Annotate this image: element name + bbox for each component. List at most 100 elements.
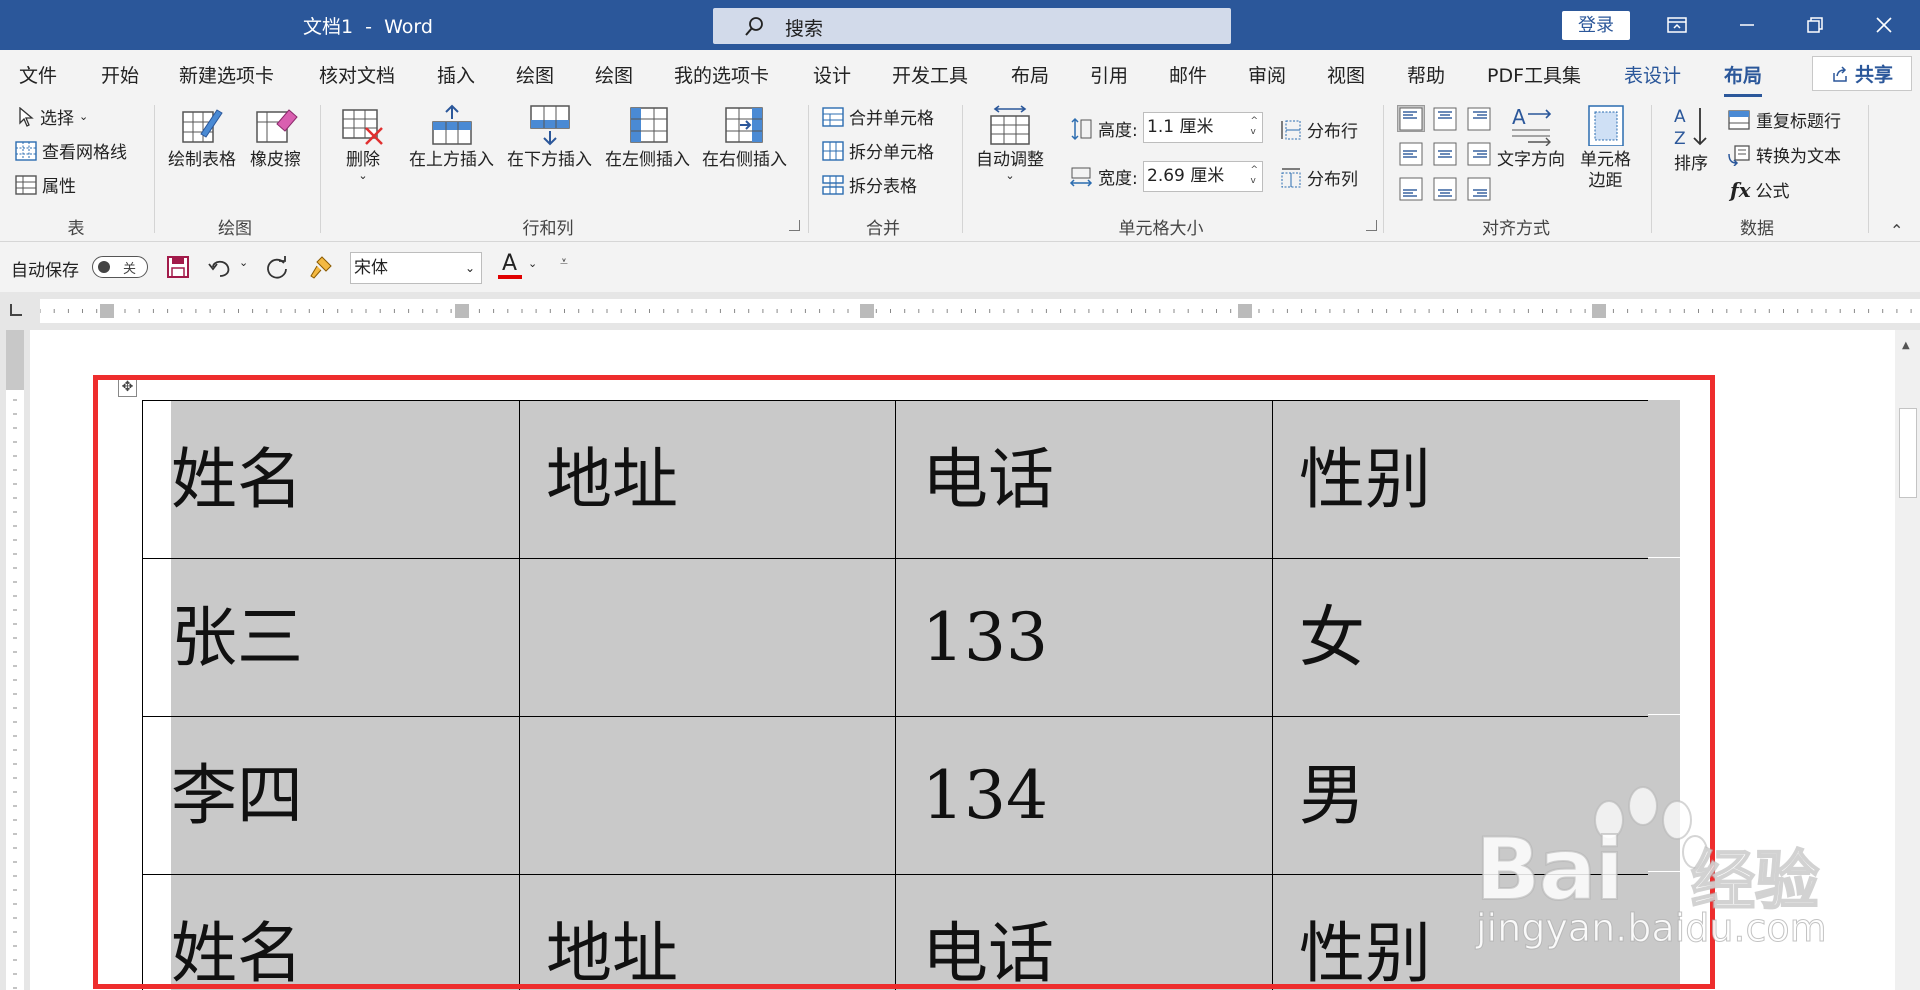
save-icon[interactable]: [166, 255, 190, 279]
tab-design[interactable]: 设计: [813, 61, 851, 88]
table-cell[interactable]: 134: [895, 716, 1273, 875]
tab-insert[interactable]: 插入: [437, 61, 475, 88]
chevron-down-icon[interactable]: ⌄: [239, 256, 248, 269]
select-button[interactable]: 选择 ⌄: [17, 104, 88, 129]
text-direction-button[interactable]: A 文字方向: [1497, 104, 1565, 171]
col-width-input[interactable]: 2.69 厘米 ^ v: [1143, 161, 1263, 192]
font-name-select[interactable]: 宋体 ⌄: [350, 252, 482, 284]
tab-mailings[interactable]: 邮件: [1169, 61, 1207, 88]
login-button[interactable]: 登录: [1562, 11, 1630, 40]
align-cell-icon[interactable]: [1431, 175, 1459, 202]
tab-selector-icon[interactable]: [10, 304, 22, 316]
table-cell[interactable]: 地址: [519, 874, 896, 990]
row-height-input[interactable]: 1.1 厘米 ^ v: [1143, 112, 1263, 143]
align-cell-icon[interactable]: [1465, 105, 1493, 132]
tab-home[interactable]: 开始: [101, 61, 139, 88]
tab-developer[interactable]: 开发工具: [892, 61, 968, 88]
table-cell[interactable]: 女: [1272, 558, 1649, 717]
table-cell[interactable]: 133: [895, 558, 1273, 717]
rows-cols-dialog-launcher-icon[interactable]: [789, 220, 800, 231]
table-cell[interactable]: 李四: [142, 716, 520, 875]
distribute-rows-button[interactable]: 分布行: [1280, 117, 1358, 142]
convert-to-text-button[interactable]: 转换为文本: [1727, 142, 1841, 167]
tab-file[interactable]: 文件: [19, 61, 57, 88]
properties-button[interactable]: 属性: [15, 172, 76, 197]
customize-qat-icon[interactable]: ⩡: [560, 254, 568, 270]
tab-draw-2[interactable]: 绘图: [595, 61, 633, 88]
tab-references[interactable]: 引用: [1090, 61, 1128, 88]
split-cells-button[interactable]: 拆分单元格: [822, 138, 934, 163]
spinner-arrows-icon[interactable]: ^ v: [1250, 116, 1258, 138]
spinner-arrows-icon[interactable]: ^ v: [1250, 165, 1258, 187]
tab-layout[interactable]: 布局: [1011, 61, 1049, 88]
table-cell[interactable]: 地址: [519, 400, 896, 559]
delete-button[interactable]: 删除 ⌄: [340, 104, 386, 181]
search-box[interactable]: 搜索: [713, 8, 1231, 44]
cell-margins-button[interactable]: 单元格 边距: [1580, 104, 1631, 192]
collapse-ribbon-icon[interactable]: ⌃: [1890, 221, 1903, 240]
align-cell-icon[interactable]: [1397, 105, 1425, 132]
table-cell[interactable]: 电话: [895, 400, 1273, 559]
table-cell[interactable]: 电话: [895, 874, 1273, 990]
tab-help[interactable]: 帮助: [1407, 61, 1445, 88]
align-cell-icon[interactable]: [1431, 105, 1459, 132]
close-icon[interactable]: [1852, 0, 1916, 50]
minimize-icon[interactable]: [1715, 0, 1779, 50]
repeat-header-rows-button[interactable]: 重复标题行: [1727, 107, 1841, 132]
undo-icon[interactable]: [207, 255, 233, 279]
format-painter-icon[interactable]: [308, 254, 334, 280]
autofit-button[interactable]: 自动调整 ⌄: [976, 104, 1044, 181]
table-move-handle-icon[interactable]: ✥: [118, 378, 137, 397]
view-gridlines-button[interactable]: 查看网格线: [15, 138, 127, 163]
svg-text:A: A: [1674, 107, 1686, 127]
font-color-button[interactable]: A ⌄: [498, 251, 540, 283]
scrollbar-thumb[interactable]: [1899, 408, 1917, 498]
vertical-scrollbar[interactable]: ▲: [1895, 330, 1920, 990]
tab-draw[interactable]: 绘图: [516, 61, 554, 88]
draw-table-button[interactable]: 绘制表格: [168, 104, 236, 171]
scroll-up-icon[interactable]: ▲: [1902, 340, 1910, 351]
merge-cells-button[interactable]: 合并单元格: [822, 104, 934, 129]
split-table-button[interactable]: 拆分表格: [822, 172, 917, 197]
share-button[interactable]: 共享: [1812, 56, 1912, 91]
align-cell-icon[interactable]: [1397, 140, 1425, 167]
align-cell-icon[interactable]: [1465, 140, 1493, 167]
restore-icon[interactable]: [1783, 0, 1847, 50]
horizontal-ruler[interactable]: [40, 299, 1920, 323]
table-cell[interactable]: 张三: [142, 558, 520, 717]
distribute-cols-button[interactable]: 分布列: [1280, 165, 1358, 190]
tab-table-design[interactable]: 表设计: [1624, 61, 1681, 88]
redo-icon[interactable]: [264, 255, 290, 281]
table-cell[interactable]: 性别: [1272, 400, 1649, 559]
chevron-down-icon: ⌄: [464, 261, 475, 275]
group-label-cell-size: 单元格大小: [1118, 219, 1204, 239]
vertical-ruler[interactable]: [0, 330, 30, 990]
table-cell[interactable]: 姓名: [142, 400, 520, 559]
share-icon: [1833, 65, 1847, 82]
cell-size-dialog-launcher-icon[interactable]: [1366, 220, 1377, 231]
align-cell-icon[interactable]: [1431, 140, 1459, 167]
formula-button[interactable]: fx 公式: [1730, 177, 1790, 203]
ribbon-display-options-icon[interactable]: [1645, 0, 1709, 50]
table-cell[interactable]: 姓名: [142, 874, 520, 990]
sort-button[interactable]: AZ 排序: [1668, 104, 1714, 175]
tab-table-layout[interactable]: 布局: [1724, 61, 1763, 98]
insert-left-button[interactable]: 在左侧插入: [605, 104, 690, 171]
tab-new-tab[interactable]: 新建选项卡: [179, 61, 274, 88]
insert-below-button[interactable]: 在下方插入: [507, 104, 592, 171]
insert-right-button[interactable]: 在右侧插入: [702, 104, 787, 171]
table-cell[interactable]: [519, 558, 896, 717]
align-cell-icon[interactable]: [1397, 175, 1425, 202]
eraser-button[interactable]: 橡皮擦: [250, 104, 301, 171]
align-cell-icon[interactable]: [1465, 175, 1493, 202]
insert-above-button[interactable]: 在上方插入: [409, 104, 494, 171]
autosave-toggle[interactable]: 关: [92, 256, 148, 278]
tab-pdf-tools[interactable]: PDF工具集: [1487, 61, 1581, 88]
autosave-label: 自动保存: [11, 261, 79, 281]
table-cell[interactable]: [519, 716, 896, 875]
tab-view[interactable]: 视图: [1327, 61, 1365, 88]
tab-my-tab[interactable]: 我的选项卡: [674, 61, 769, 88]
tab-proofread[interactable]: 核对文档: [319, 61, 395, 88]
data-table[interactable]: 姓名 地址 电话 性别 张三 133 女李四 134 男姓名 地址 电话 性别: [142, 400, 1649, 990]
tab-review[interactable]: 审阅: [1248, 61, 1286, 88]
